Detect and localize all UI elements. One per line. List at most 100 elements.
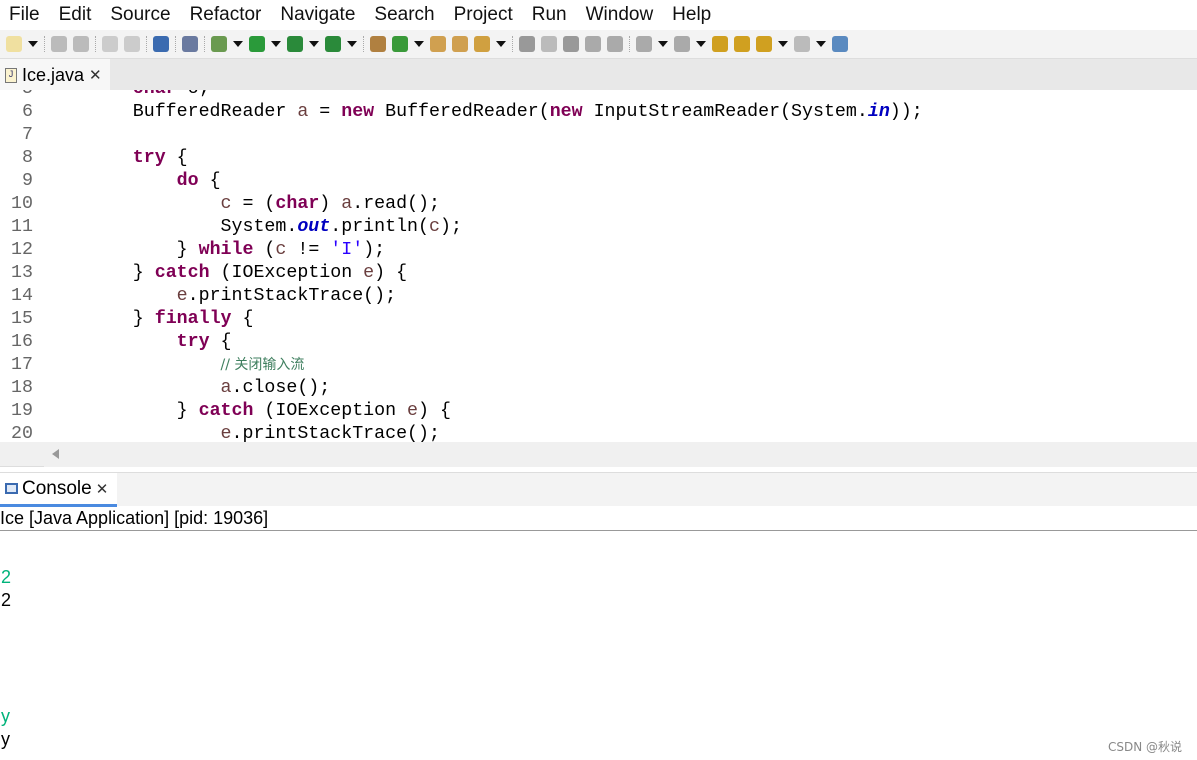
menu-run[interactable]: Run — [523, 4, 577, 26]
dropdown-arrow-icon[interactable] — [816, 41, 826, 47]
code-token: try — [132, 148, 166, 168]
open-perspective-icon[interactable] — [832, 36, 848, 52]
last-edit-icon[interactable] — [734, 36, 750, 52]
save-all-icon[interactable] — [73, 36, 89, 52]
code-token: // 关闭输入流 — [220, 357, 305, 373]
code-token: a — [220, 378, 232, 398]
code-text: e.printStackTrace(); — [45, 423, 440, 442]
dropdown-arrow-icon[interactable] — [414, 41, 424, 47]
horizontal-scrollbar[interactable] — [0, 442, 1197, 467]
line-number: 8 — [22, 148, 33, 168]
line-number: 11 — [11, 217, 33, 237]
menu-navigate[interactable]: Navigate — [271, 4, 365, 26]
menu-search[interactable]: Search — [365, 4, 444, 26]
code-token: ( — [253, 240, 276, 260]
code-text: } catch (IOException e) { — [45, 262, 407, 285]
code-line: 19 } catch (IOException e) { — [0, 400, 1197, 423]
next-annotation-icon[interactable] — [674, 36, 690, 52]
redo-icon[interactable] — [124, 36, 140, 52]
dropdown-arrow-icon[interactable] — [233, 41, 243, 47]
code-text: do { — [45, 170, 221, 193]
dropdown-arrow-icon[interactable] — [309, 41, 319, 47]
block-selection-icon[interactable] — [585, 36, 601, 52]
annotation-icon[interactable] — [519, 36, 535, 52]
forward-icon[interactable] — [794, 36, 810, 52]
code-line: 10 c = (char) a.read(); — [0, 193, 1197, 216]
code-editor[interactable]: 5 char c;6 BufferedReader a = new Buffer… — [0, 90, 1197, 442]
code-token: try — [176, 332, 210, 352]
code-token: 'I' — [330, 240, 364, 260]
dropdown-arrow-icon[interactable] — [496, 41, 506, 47]
menu-edit[interactable]: Edit — [50, 4, 102, 26]
save-icon[interactable] — [51, 36, 67, 52]
code-text: c = (char) a.read(); — [45, 193, 440, 216]
prev-annotation-icon[interactable] — [712, 36, 728, 52]
dropdown-arrow-icon[interactable] — [778, 41, 788, 47]
open-type-icon[interactable] — [430, 36, 446, 52]
code-token: char — [133, 90, 177, 99]
toolbar-separator — [204, 36, 205, 52]
code-token: char — [275, 194, 320, 214]
code-line: 18 a.close(); — [0, 377, 1197, 400]
code-token: c — [275, 240, 287, 260]
mark-occurrences-icon[interactable] — [563, 36, 579, 52]
toolbar-separator — [363, 36, 364, 52]
menu-file[interactable]: File — [0, 4, 50, 26]
menu-project[interactable]: Project — [445, 4, 523, 26]
code-token: { — [198, 171, 221, 191]
line-number: 12 — [11, 240, 33, 260]
back-icon[interactable] — [756, 36, 772, 52]
show-whitespace-icon[interactable] — [636, 36, 652, 52]
code-line: 16 try { — [0, 331, 1197, 354]
code-token: .printStackTrace(); — [231, 424, 440, 442]
scroll-left-icon[interactable] — [52, 449, 59, 459]
menu-refactor[interactable]: Refactor — [181, 4, 272, 26]
toolbar-separator — [629, 36, 630, 52]
dropdown-arrow-icon[interactable] — [696, 41, 706, 47]
new-icon[interactable] — [6, 36, 22, 52]
edit-icon[interactable] — [541, 36, 557, 52]
menu-help[interactable]: Help — [663, 4, 721, 26]
whitespace-icon[interactable] — [607, 36, 623, 52]
close-icon[interactable]: ✕ — [96, 480, 109, 498]
line-number: 10 — [11, 194, 33, 214]
code-token: new — [341, 102, 375, 122]
tab-ice-java[interactable]: J Ice.java ✕ — [0, 59, 110, 91]
search-icon[interactable] — [474, 36, 490, 52]
run-icon[interactable] — [249, 36, 265, 52]
code-text: System.out.println(c); — [45, 216, 462, 239]
new-package-icon[interactable] — [370, 36, 386, 52]
tab-console[interactable]: Console ✕ — [0, 473, 117, 507]
undo-icon[interactable] — [102, 36, 118, 52]
close-icon[interactable]: ✕ — [89, 66, 102, 84]
external-tools-icon[interactable] — [325, 36, 341, 52]
skip-breakpoints-icon[interactable] — [182, 36, 198, 52]
console-output-line: y — [1, 729, 10, 749]
code-token: ); — [439, 217, 462, 237]
code-token: c — [220, 194, 232, 214]
code-line: 13 } catch (IOException e) { — [0, 262, 1197, 285]
code-token: BufferedReader( — [374, 102, 550, 122]
menu-source[interactable]: Source — [101, 4, 180, 26]
dropdown-arrow-icon[interactable] — [271, 41, 281, 47]
line-number: 17 — [11, 355, 33, 375]
code-token: catch — [154, 263, 210, 283]
debug-icon[interactable] — [211, 36, 227, 52]
new-class-icon[interactable] — [392, 36, 408, 52]
code-token: a — [341, 194, 353, 214]
dropdown-arrow-icon[interactable] — [28, 41, 38, 47]
code-line: 8 try { — [0, 147, 1197, 170]
code-token: c — [429, 217, 440, 237]
java-file-icon: J — [5, 67, 17, 83]
menu-window[interactable]: Window — [577, 4, 664, 26]
terminal-icon[interactable] — [153, 36, 169, 52]
coverage-icon[interactable] — [287, 36, 303, 52]
code-line: 12 } while (c != 'I'); — [0, 239, 1197, 262]
code-token: e — [363, 263, 375, 283]
dropdown-arrow-icon[interactable] — [658, 41, 668, 47]
line-number: 18 — [11, 378, 33, 398]
open-resource-icon[interactable] — [452, 36, 468, 52]
dropdown-arrow-icon[interactable] — [347, 41, 357, 47]
